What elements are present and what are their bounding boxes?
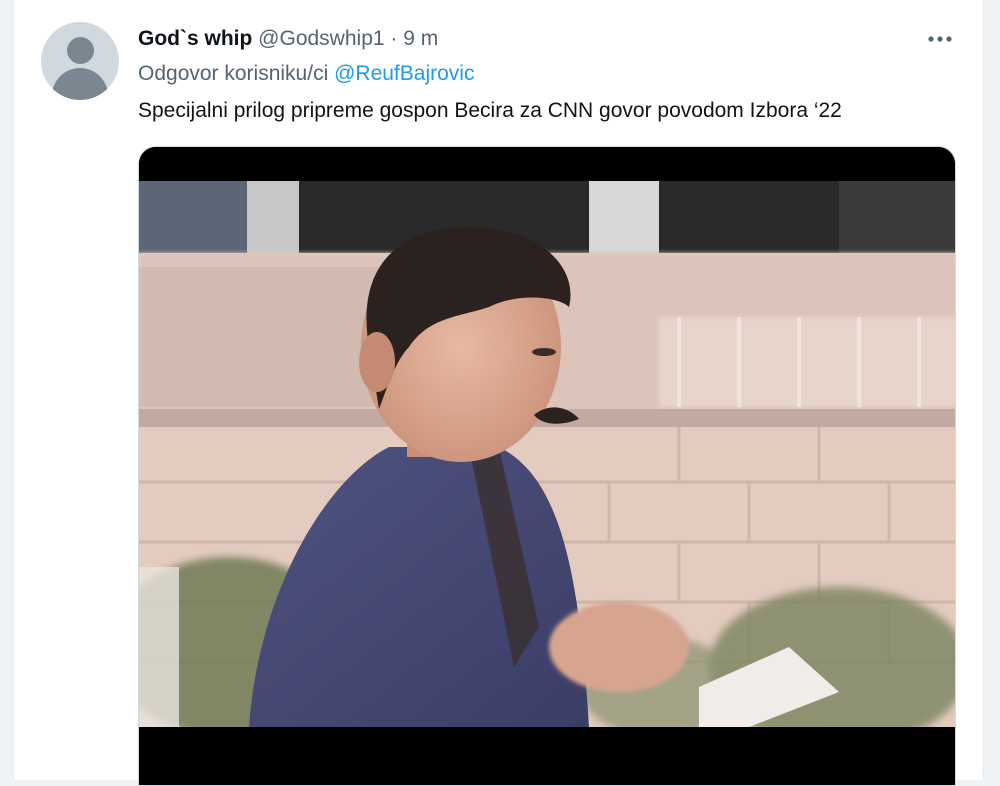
more-horizontal-icon[interactable] (927, 26, 953, 52)
user-handle[interactable]: @Godswhip1 (258, 27, 384, 50)
separator-dot: · (390, 27, 398, 50)
avatar[interactable] (41, 22, 119, 100)
reply-prefix: Odgovor korisniku/ci (138, 62, 329, 85)
tweet-timestamp[interactable]: 9 m (403, 27, 438, 50)
display-name[interactable]: God`s whip (138, 27, 252, 50)
default-avatar-icon (67, 37, 94, 64)
video-frame (139, 147, 955, 785)
tweet-video[interactable] (138, 146, 956, 786)
reply-context: Odgovor korisniku/ci @ReufBajrovic (138, 61, 474, 87)
tweet-text: Specijalni prilog pripreme gospon Becira… (138, 99, 842, 122)
reply-mention-link[interactable]: @ReufBajrovic (334, 62, 474, 85)
default-avatar-body (52, 68, 108, 100)
tweet-card[interactable]: God`s whip @Godswhip1 · 9 m Odgovor kori… (13, 0, 984, 786)
tweet-header: God`s whip @Godswhip1 · 9 m (138, 26, 438, 52)
